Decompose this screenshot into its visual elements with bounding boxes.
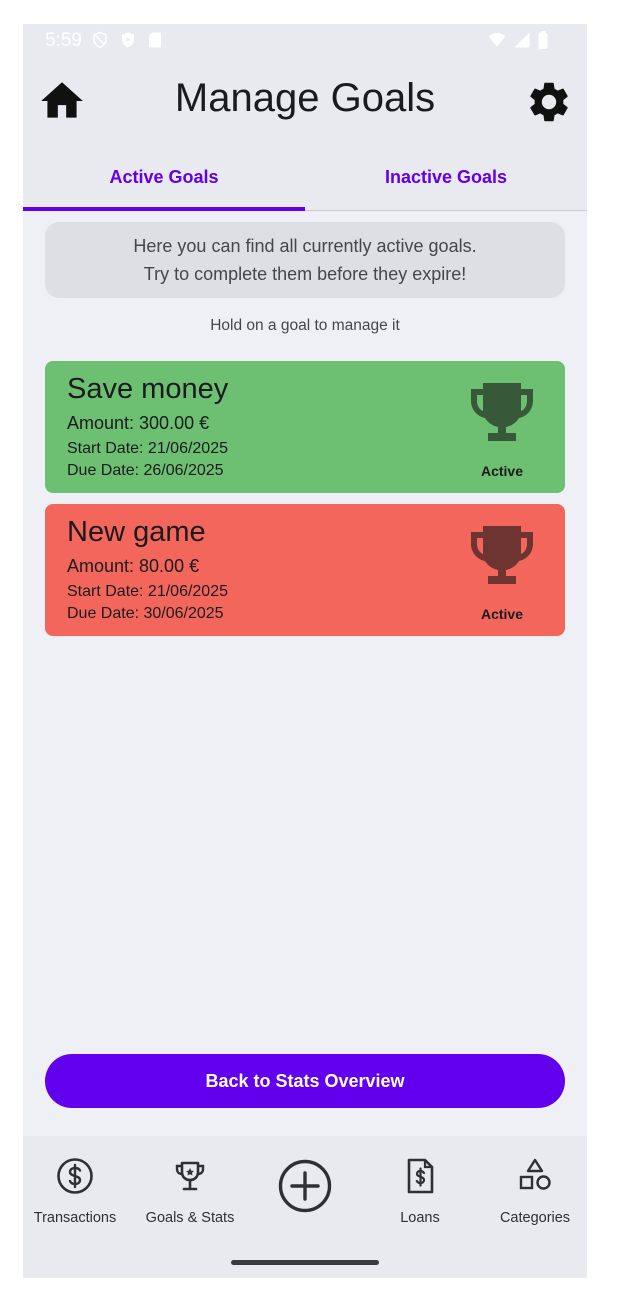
nav-goals-stats[interactable]: Goals & Stats: [134, 1136, 246, 1236]
nav-transactions[interactable]: Transactions: [23, 1136, 131, 1236]
tab-active-goals[interactable]: Active Goals: [23, 146, 305, 210]
signal-icon: [514, 32, 530, 48]
goal-card-save-money[interactable]: Save money Amount: 300.00 € Start Date: …: [45, 361, 565, 493]
info-box: Here you can find all currently active g…: [45, 222, 565, 298]
info-line-1: Here you can find all currently active g…: [133, 236, 477, 256]
goal-name: Save money: [67, 373, 229, 405]
back-to-stats-button[interactable]: Back to Stats Overview: [45, 1054, 565, 1108]
bottom-navigation: Transactions Goals & Stats Loans Categor…: [23, 1136, 587, 1278]
play-shield-icon: [122, 32, 134, 48]
trophy-icon: [471, 526, 533, 584]
dollar-circle-icon: [57, 1158, 93, 1194]
goal-name: New game: [67, 516, 206, 548]
trophy-icon: [175, 1161, 205, 1191]
trophy-icon: [471, 383, 533, 441]
app-bar: Manage Goals: [23, 58, 587, 146]
nav-label: Categories: [499, 1210, 571, 1226]
status-notification-icons: [91, 31, 163, 49]
goal-status: Active: [480, 463, 524, 479]
shapes-icon: [519, 1158, 551, 1190]
goal-status: Active: [480, 606, 524, 622]
tab-indicator: [23, 207, 305, 211]
status-system-icons: [487, 31, 549, 49]
battery-icon: [538, 31, 548, 49]
add-circle-icon[interactable]: [277, 1158, 333, 1214]
page-title: Manage Goals: [174, 76, 436, 120]
goal-amount: Amount: 80.00 €: [67, 556, 200, 576]
goal-start-date: Start Date: 21/06/2025: [67, 440, 228, 457]
info-line-2: Try to complete them before they expire!: [143, 264, 467, 284]
sd-card-icon: [149, 32, 161, 48]
goal-due-date: Due Date: 30/06/2025: [67, 605, 224, 622]
goal-card-new-game[interactable]: New game Amount: 80.00 € Start Date: 21/…: [45, 504, 565, 636]
nav-label: Goals & Stats: [145, 1210, 235, 1226]
goal-start-date: Start Date: 21/06/2025: [67, 583, 228, 600]
nav-loans[interactable]: Loans: [364, 1136, 476, 1236]
goal-due-date: Due Date: 26/06/2025: [67, 462, 224, 479]
goal-amount: Amount: 300.00 €: [67, 413, 210, 433]
hint-text: Hold on a goal to manage it: [210, 317, 400, 334]
nav-categories[interactable]: Categories: [479, 1136, 587, 1236]
goal-tabs: Active Goals Inactive Goals: [23, 146, 587, 211]
gear-icon[interactable]: [525, 78, 573, 126]
gesture-handle: [231, 1260, 379, 1265]
invoice-icon: [407, 1158, 434, 1194]
nav-label: Loans: [400, 1210, 440, 1226]
shield-icon: [93, 31, 107, 49]
wifi-icon: [488, 32, 506, 47]
app-screen: 5:59 Manage Goals Active Goals Inactive …: [23, 24, 587, 1278]
nav-label: Transactions: [33, 1210, 117, 1226]
status-bar: 5:59: [23, 24, 587, 58]
status-time: 5:59: [45, 30, 82, 51]
tab-inactive-goals[interactable]: Inactive Goals: [305, 146, 587, 210]
